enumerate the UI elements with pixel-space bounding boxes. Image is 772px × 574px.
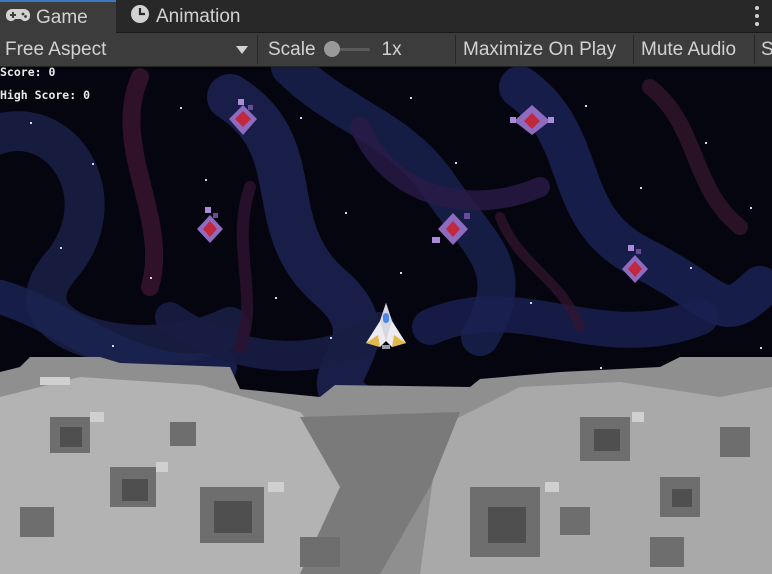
chevron-down-icon <box>236 46 248 54</box>
enemy-ship <box>510 105 554 135</box>
divider <box>754 35 755 64</box>
enemy-ship <box>229 99 257 135</box>
stats-toggle[interactable]: S <box>756 33 772 66</box>
gamepad-icon <box>6 7 31 29</box>
tab-game-label: Game <box>36 6 88 28</box>
more-options-icon[interactable] <box>754 6 760 26</box>
aspect-dropdown[interactable]: Free Aspect <box>0 33 256 66</box>
tab-bar: Game Animation <box>0 0 772 33</box>
scale-slider-handle[interactable] <box>323 41 340 57</box>
game-toolbar: Free Aspect Scale 1x Maximize On Play Mu… <box>0 33 772 67</box>
maximize-on-play-toggle[interactable]: Maximize On Play <box>456 33 632 66</box>
tab-game[interactable]: Game <box>0 0 116 33</box>
high-score-text: High Score: 0 <box>0 88 91 102</box>
aspect-value: Free Aspect <box>5 38 107 60</box>
tab-animation-label: Animation <box>156 5 241 27</box>
enemy-ship <box>432 213 470 245</box>
enemy-ship <box>197 207 223 243</box>
unity-game-window: Game Animation Free Aspect Scale 1x Maxi… <box>0 0 772 574</box>
scale-control: Scale 1x <box>258 33 454 66</box>
tab-animation[interactable]: Animation <box>128 0 268 33</box>
mute-audio-toggle[interactable]: Mute Audio <box>634 33 754 66</box>
player-ship <box>366 303 406 349</box>
mute-audio-label: Mute Audio <box>641 38 737 60</box>
scale-label: Scale <box>268 38 316 60</box>
maximize-on-play-label: Maximize On Play <box>463 38 617 60</box>
score-text: Score: 0 <box>0 67 56 79</box>
scale-value: 1x <box>381 38 402 60</box>
game-view[interactable]: Score: 0 High Score: 0 <box>0 67 772 574</box>
moon-surface <box>0 357 772 574</box>
stats-label: S <box>761 38 772 60</box>
clock-icon <box>130 4 150 30</box>
scale-slider[interactable] <box>323 41 370 57</box>
enemy-ship <box>622 245 648 283</box>
